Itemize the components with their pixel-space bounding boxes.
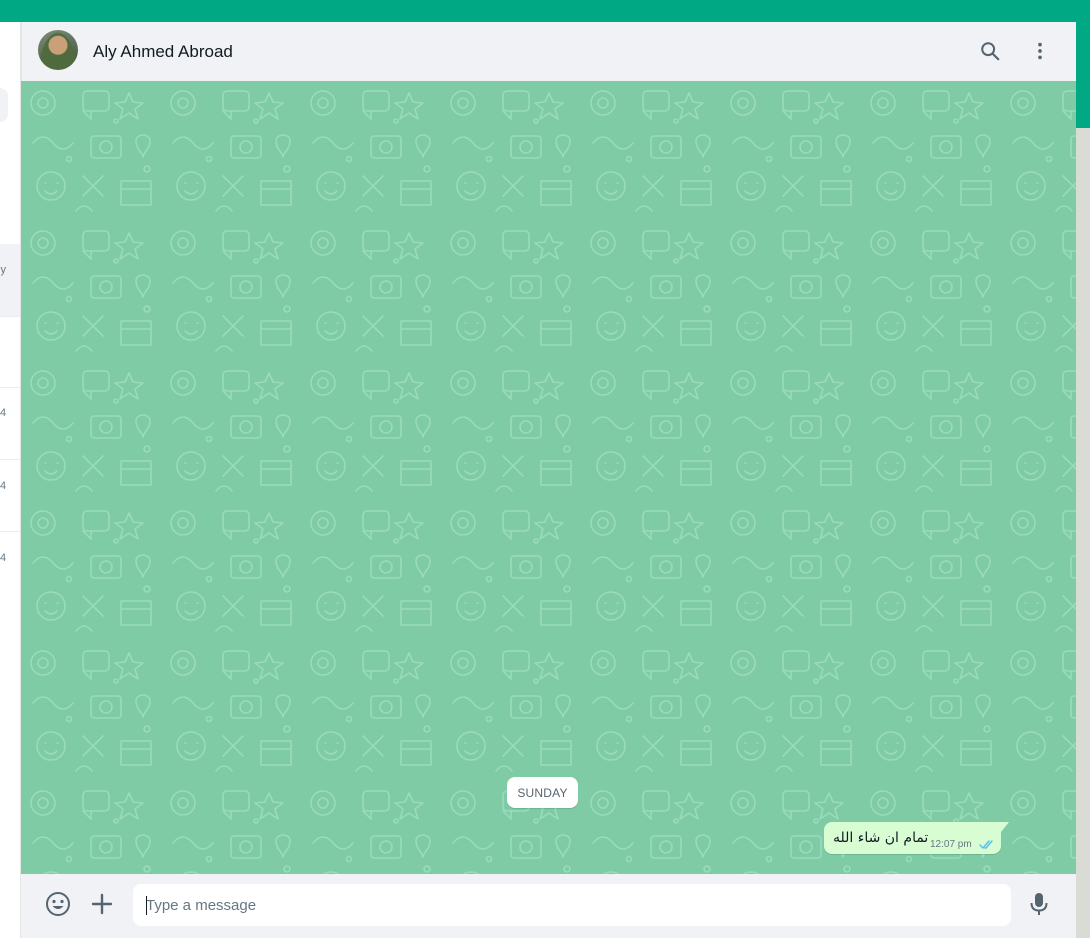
chat-list-divider bbox=[0, 531, 20, 532]
contact-name[interactable]: Aly Ahmed Abroad bbox=[93, 42, 233, 62]
message-list[interactable]: SUNDAY تمام ان شاء الله 12:07 pm bbox=[21, 81, 1076, 874]
menu-kebab-icon bbox=[1038, 42, 1042, 60]
outgoing-message[interactable]: تمام ان شاء الله 12:07 pm bbox=[824, 822, 1001, 854]
chat-list-item-time: 4 bbox=[0, 480, 7, 492]
message-input[interactable] bbox=[133, 884, 1011, 926]
emoji-icon bbox=[46, 892, 70, 916]
chat-list-divider bbox=[0, 316, 20, 317]
conversation-header: Aly Ahmed Abroad bbox=[21, 22, 1076, 81]
chat-list-divider bbox=[0, 387, 20, 388]
chat-list-item-active[interactable] bbox=[0, 244, 20, 316]
text-caret bbox=[146, 896, 147, 915]
sidebar-search-stub[interactable] bbox=[0, 88, 8, 122]
chat-list-item-time: 4 bbox=[0, 552, 7, 564]
attach-button[interactable] bbox=[86, 888, 118, 920]
window-edge-accent bbox=[1076, 22, 1090, 128]
date-separator: SUNDAY bbox=[507, 777, 578, 808]
window-edge bbox=[1076, 128, 1090, 938]
message-composer bbox=[21, 874, 1076, 938]
message-tail bbox=[1001, 822, 1009, 832]
doodle-wallpaper bbox=[21, 81, 1076, 874]
chat-list-sidebar: y 4 4 4 bbox=[0, 22, 21, 938]
menu-button[interactable] bbox=[1025, 36, 1055, 66]
chat-list-item-time: 4 bbox=[0, 407, 7, 419]
voice-record-button[interactable] bbox=[1023, 888, 1055, 920]
chat-list-divider bbox=[0, 459, 20, 460]
attach-plus-icon bbox=[91, 893, 113, 915]
conversation-pane: Aly Ahmed Abroad SUNDAY تمام ان شاء الله… bbox=[21, 22, 1076, 938]
contact-avatar[interactable] bbox=[38, 30, 78, 70]
message-timestamp: 12:07 pm bbox=[930, 839, 972, 850]
search-button[interactable] bbox=[975, 36, 1005, 66]
microphone-icon bbox=[1030, 893, 1048, 915]
search-icon bbox=[981, 42, 1000, 61]
chat-list-item-snippet: y bbox=[0, 264, 7, 276]
double-check-read-icon bbox=[979, 837, 995, 855]
emoji-button[interactable] bbox=[42, 888, 74, 920]
app-top-accent-bar bbox=[0, 0, 1090, 22]
message-text: تمام ان شاء الله bbox=[833, 830, 929, 846]
